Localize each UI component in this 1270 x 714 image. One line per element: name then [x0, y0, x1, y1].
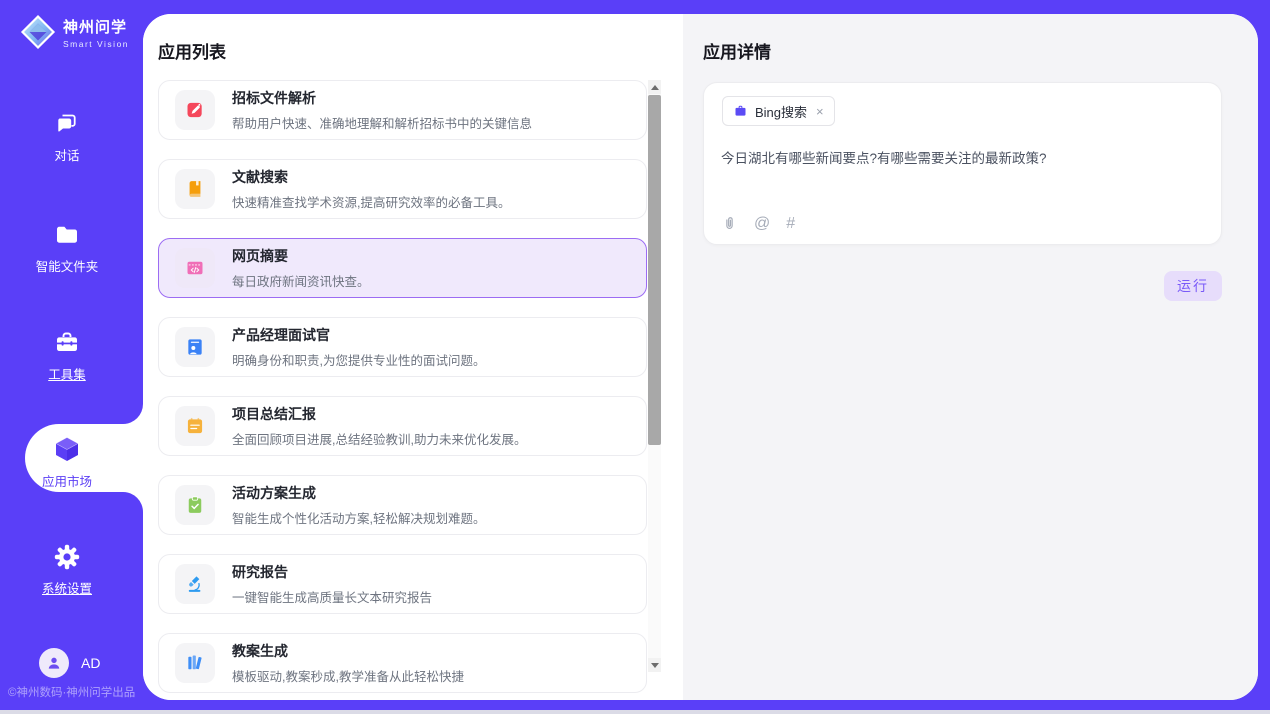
- app-icon: [175, 643, 215, 683]
- active-nav-notch-bottom: [123, 492, 143, 512]
- sidebar-item-smart-folder[interactable]: 智能文件夹: [0, 221, 134, 275]
- mention-icon[interactable]: @: [754, 216, 770, 232]
- app-card[interactable]: 产品经理面试官 明确身份和职责,为您提供专业性的面试问题。: [158, 317, 647, 377]
- app-name: 招标文件解析: [232, 88, 532, 108]
- app-description: 快速精准查找学术资源,提高研究效率的必备工具。: [232, 192, 510, 211]
- app-name: 研究报告: [232, 562, 432, 582]
- app-description: 全面回顾项目进展,总结经验教训,助力未来优化发展。: [232, 429, 526, 448]
- sidebar-item-label: 对话: [54, 145, 79, 164]
- sidebar-item-toolbox[interactable]: 工具集: [0, 329, 134, 383]
- sidebar: 神州问学 Smart Vision 对话 智能文件夹: [0, 0, 143, 710]
- paperclip-icon[interactable]: [721, 215, 738, 232]
- sidebar-item-label: 工具集: [48, 364, 86, 383]
- app-name: 教案生成: [232, 641, 464, 661]
- app-name: 活动方案生成: [232, 483, 485, 503]
- scroll-down-button[interactable]: [648, 658, 661, 672]
- toolbox-icon: [53, 329, 81, 357]
- scroll-up-icon: [651, 85, 659, 90]
- scrollbar-thumb[interactable]: [648, 95, 661, 445]
- sidebar-item-app-market[interactable]: 应用市场: [0, 434, 134, 490]
- app-detail-title: 应用详情: [703, 38, 771, 63]
- avatar: [39, 648, 69, 678]
- app-list-scrollbar[interactable]: [648, 80, 661, 672]
- sidebar-item-chat[interactable]: 对话: [0, 110, 134, 164]
- app-icon: [175, 169, 215, 209]
- gear-icon: [53, 543, 81, 571]
- app-icon: [175, 327, 215, 367]
- app-card[interactable]: 研究报告 一键智能生成高质量长文本研究报告: [158, 554, 647, 614]
- app-card[interactable]: 文献搜索 快速精准查找学术资源,提高研究效率的必备工具。: [158, 159, 647, 219]
- app-icon: [175, 564, 215, 604]
- app-card[interactable]: 活动方案生成 智能生成个性化活动方案,轻松解决规划难题。: [158, 475, 647, 535]
- app-card[interactable]: 教案生成 模板驱动,教案秒成,教学准备从此轻松快捷: [158, 633, 647, 693]
- hash-icon[interactable]: #: [786, 216, 795, 232]
- app-icon: [175, 406, 215, 446]
- run-button[interactable]: 运行: [1164, 271, 1222, 301]
- app-card[interactable]: 招标文件解析 帮助用户快速、准确地理解和解析招标书中的关键信息: [158, 80, 647, 140]
- sidebar-item-label: 智能文件夹: [36, 256, 99, 275]
- prompt-card: Bing搜索 × 今日湖北有哪些新闻要点?有哪些需要关注的最新政策? @ #: [703, 82, 1222, 245]
- app-card[interactable]: 网页摘要 每日政府新闻资讯快查。: [158, 238, 647, 298]
- brand-logo: 神州问学 Smart Vision: [20, 14, 129, 50]
- app-detail-panel: 应用详情 Bing搜索 × 今日湖北有哪些新闻要点?有哪些需要关注的最新政策? …: [683, 14, 1258, 700]
- brand-tagline: Smart Vision: [63, 39, 129, 49]
- app-list-title: 应用列表: [158, 38, 226, 63]
- app-name: 网页摘要: [232, 246, 370, 266]
- scroll-up-button[interactable]: [648, 80, 661, 94]
- app-name: 产品经理面试官: [232, 325, 485, 345]
- app-card[interactable]: 项目总结汇报 全面回顾项目进展,总结经验教训,助力未来优化发展。: [158, 396, 647, 456]
- user-initials: AD: [81, 655, 100, 671]
- app-list: 招标文件解析 帮助用户快速、准确地理解和解析招标书中的关键信息 文献搜索 快速精…: [158, 80, 647, 693]
- app-description: 每日政府新闻资讯快查。: [232, 271, 370, 290]
- bing-search-chip[interactable]: Bing搜索 ×: [722, 96, 835, 126]
- scroll-down-icon: [651, 663, 659, 668]
- app-name: 文献搜索: [232, 167, 510, 187]
- app-name: 项目总结汇报: [232, 404, 526, 424]
- user-account[interactable]: AD: [39, 648, 100, 678]
- content-area: 应用列表 招标文件解析 帮助用户快速、准确地理解和解析招标书中的关键信息 文献搜…: [143, 14, 1258, 700]
- active-nav-notch-top: [123, 404, 143, 424]
- app-description: 帮助用户快速、准确地理解和解析招标书中的关键信息: [232, 113, 532, 132]
- prompt-toolbar: @ #: [721, 215, 795, 232]
- app-icon: [175, 90, 215, 130]
- app-list-panel: 应用列表 招标文件解析 帮助用户快速、准确地理解和解析招标书中的关键信息 文献搜…: [143, 14, 683, 700]
- app-description: 智能生成个性化活动方案,轻松解决规划难题。: [232, 508, 485, 527]
- sidebar-item-label: 系统设置: [42, 578, 92, 597]
- chat-bubbles-icon: [53, 110, 81, 138]
- sidebar-item-settings[interactable]: 系统设置: [0, 543, 134, 597]
- chip-close-icon[interactable]: ×: [816, 104, 824, 119]
- chip-label: Bing搜索: [755, 102, 807, 121]
- briefcase-icon: [733, 104, 748, 119]
- app-icon: [175, 248, 215, 288]
- app-description: 明确身份和职责,为您提供专业性的面试问题。: [232, 350, 485, 369]
- app-description: 模板驱动,教案秒成,教学准备从此轻松快捷: [232, 666, 464, 685]
- app-description: 一键智能生成高质量长文本研究报告: [232, 587, 432, 606]
- brand-logo-icon: [20, 14, 56, 50]
- brand-name: 神州问学: [63, 16, 129, 37]
- sidebar-item-label: 应用市场: [42, 471, 92, 490]
- cube-icon: [52, 434, 82, 464]
- app-icon: [175, 485, 215, 525]
- prompt-input[interactable]: 今日湖北有哪些新闻要点?有哪些需要关注的最新政策?: [721, 149, 1201, 169]
- folder-icon: [53, 221, 81, 249]
- copyright-footer: ©神州数码·神州问学出品: [8, 684, 135, 700]
